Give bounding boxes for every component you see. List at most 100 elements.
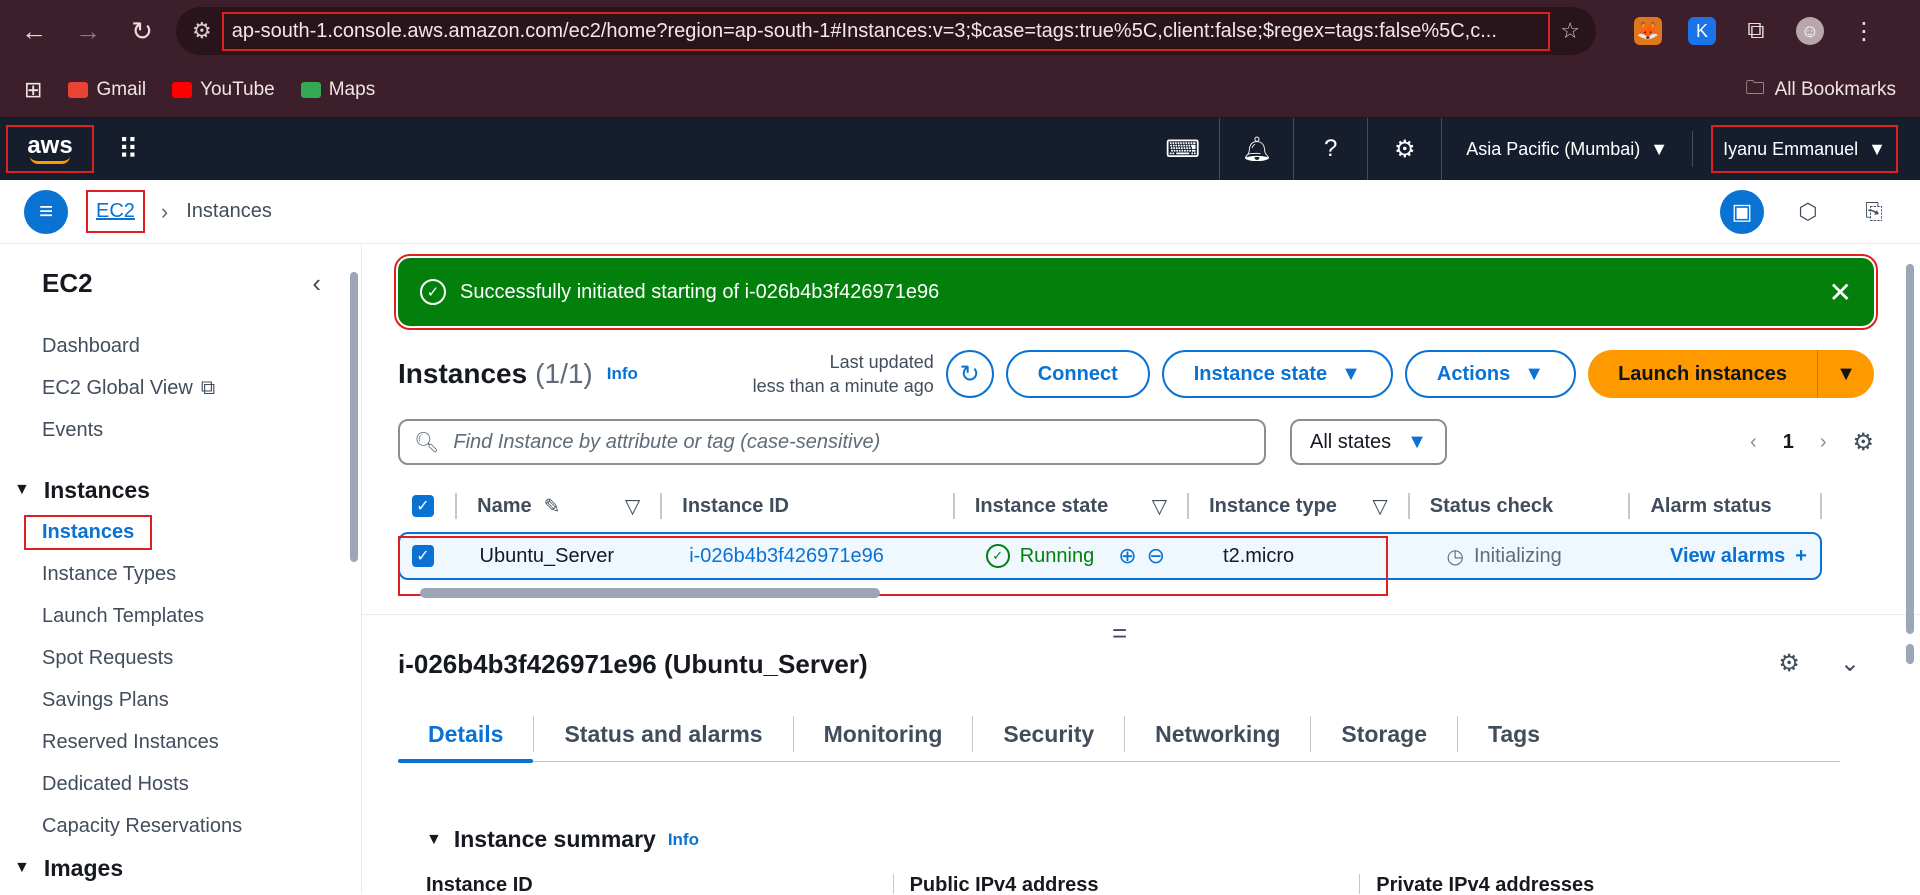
close-icon[interactable]: ✕ — [1829, 276, 1852, 309]
search-input[interactable]: 🔍︎ Find Instance by attribute or tag (cas… — [398, 419, 1266, 465]
browser-toolbar: ← → ↻ ⚙ ap-south-1.console.aws.amazon.co… — [0, 0, 1920, 62]
apps-grid-icon[interactable]: ⊞ — [24, 77, 42, 103]
tab-monitoring[interactable]: Monitoring — [794, 716, 974, 752]
bookmark-gmail[interactable]: Gmail — [68, 79, 146, 101]
table-horizontal-scrollbar[interactable] — [398, 584, 1822, 600]
actions-button[interactable]: Actions ▼ — [1404, 350, 1577, 398]
profile-avatar[interactable]: ☺ — [1796, 17, 1824, 45]
reload-icon[interactable]: ↻ — [122, 11, 162, 51]
row-checkbox[interactable]: ✓ — [400, 545, 460, 567]
notifications-icon[interactable]: 🔔︎ — [1220, 118, 1295, 180]
tab-storage[interactable]: Storage — [1311, 716, 1459, 752]
tab-networking[interactable]: Networking — [1125, 716, 1312, 752]
filter-caret-icon[interactable]: ▽ — [625, 494, 640, 519]
browser-menu-icon[interactable]: ⋮ — [1850, 17, 1878, 45]
resize-handle-icon[interactable]: = — [1112, 618, 1127, 649]
breadcrumb-ec2-link[interactable]: EC2 — [86, 190, 145, 233]
tutorials-icon[interactable]: ⬡ — [1786, 190, 1830, 234]
page-number[interactable]: 1 — [1783, 431, 1794, 454]
menu-icon[interactable]: ≡ — [24, 189, 68, 234]
tab-status-alarms[interactable]: Status and alarms — [534, 716, 794, 752]
sidebar-item-instances[interactable]: Instances — [0, 511, 361, 553]
aws-logo[interactable]: aws — [6, 125, 94, 173]
address-bar[interactable]: ⚙ ap-south-1.console.aws.amazon.com/ec2/… — [176, 7, 1596, 55]
tab-details[interactable]: Details — [398, 716, 535, 763]
instance-summary-header[interactable]: ▼ Instance summary Info — [426, 826, 699, 853]
col-name[interactable]: Name ✎ ▽ — [457, 493, 663, 519]
filter-caret-icon[interactable]: ▽ — [1152, 494, 1167, 519]
split-panel-icon[interactable]: ▣ — [1720, 189, 1764, 234]
chevron-right-icon[interactable]: › — [1820, 431, 1827, 454]
gear-icon[interactable]: ⚙ — [1778, 649, 1800, 678]
bookmark-youtube[interactable]: YouTube — [172, 79, 275, 101]
sidebar-item-spot-requests[interactable]: Spot Requests — [0, 637, 361, 679]
main-scrollbar[interactable] — [1900, 244, 1920, 894]
launch-instances-button[interactable]: Launch instances ▼ — [1588, 350, 1874, 398]
forward-icon[interactable]: → — [68, 11, 108, 51]
caret-down-icon[interactable]: ▼ — [1818, 363, 1874, 386]
bookmarks-bar: ⊞ Gmail YouTube Maps 🗀 All Bookmarks — [0, 62, 1920, 118]
sidebar-section-images[interactable]: ▼ Images — [0, 847, 361, 889]
instances-table: ✓ Name ✎ ▽ Instance ID Instance state ▽ Ins… — [398, 480, 1823, 600]
filter-caret-icon[interactable]: ▽ — [1372, 494, 1387, 519]
region-selector[interactable]: Asia Pacific (Mumbai) ▼ — [1442, 131, 1694, 167]
sidebar-item-dedicated-hosts[interactable]: Dedicated Hosts — [0, 763, 361, 805]
sidebar-item-capacity-reservations[interactable]: Capacity Reservations — [0, 805, 361, 847]
cell-instance-id[interactable]: i-026b4b3f426971e96 — [669, 545, 966, 568]
refresh-icon[interactable]: ↻ — [945, 350, 994, 398]
preferences-gear-icon[interactable]: ⚙ — [1852, 428, 1874, 457]
chevron-left-icon[interactable]: ‹ — [1750, 431, 1757, 454]
services-grid-icon[interactable]: ⠿ — [118, 133, 139, 166]
sidebar-title: EC2 — [42, 268, 93, 298]
instance-state-button[interactable]: Instance state ▼ — [1161, 350, 1393, 398]
col-instance-id[interactable]: Instance ID — [662, 493, 955, 519]
col-instance-type[interactable]: Instance type ▽ — [1189, 493, 1410, 519]
caret-down-icon: ▼ — [1650, 138, 1669, 159]
sidebar-item-instance-types[interactable]: Instance Types — [0, 553, 361, 595]
zoom-out-icon[interactable]: ⊖ — [1147, 543, 1165, 569]
zoom-in-icon[interactable]: ⊕ — [1118, 543, 1136, 569]
state-filter-select[interactable]: All states ▼ — [1290, 419, 1447, 465]
sidebar-item-reserved-instances[interactable]: Reserved Instances — [0, 721, 361, 763]
help-icon[interactable]: ? — [1294, 118, 1369, 180]
console-icon[interactable]: ⎘ — [1852, 190, 1896, 234]
info-link[interactable]: Info — [668, 830, 699, 850]
account-menu[interactable]: Iyanu Emmanuel ▼ — [1711, 125, 1898, 173]
all-bookmarks[interactable]: 🗀 All Bookmarks — [1746, 74, 1896, 106]
star-icon[interactable]: ☆ — [1560, 18, 1580, 44]
col-instance-state[interactable]: Instance state ▽ — [955, 493, 1190, 519]
collapse-icon[interactable]: ‹ — [312, 268, 321, 299]
extensions-icon[interactable]: ⧉ — [1742, 17, 1770, 45]
sidebar-item-global-view[interactable]: EC2 Global View ⧉ — [0, 367, 361, 409]
folder-icon: 🗀 — [1745, 77, 1765, 99]
view-alarms-link[interactable]: View alarms + — [1650, 545, 1820, 568]
pencil-icon: ✎ — [543, 495, 561, 518]
tab-tags[interactable]: Tags — [1458, 716, 1570, 752]
bookmark-maps[interactable]: Maps — [300, 79, 375, 101]
info-link[interactable]: Info — [607, 364, 638, 384]
search-icon: 🔍︎ — [414, 431, 440, 454]
sidebar-section-instances[interactable]: ▼ Instances — [0, 469, 361, 511]
sidebar-item-events[interactable]: Events — [0, 409, 361, 451]
back-icon[interactable]: ← — [14, 11, 54, 51]
chevron-down-icon[interactable]: ⌄ — [1840, 649, 1860, 678]
k-extension-icon[interactable]: K — [1688, 17, 1716, 45]
table-row[interactable]: ✓ Ubuntu_Server i-026b4b3f426971e96 ✓ Ru… — [398, 532, 1822, 596]
select-all-checkbox[interactable]: ✓ — [398, 493, 458, 519]
sidebar-scrollbar[interactable] — [347, 244, 361, 894]
sidebar-item-savings-plans[interactable]: Savings Plans — [0, 679, 361, 721]
sidebar-item-dashboard[interactable]: Dashboard — [0, 325, 361, 367]
col-status-check[interactable]: Status check — [1410, 493, 1631, 519]
label-private-ipv4: Private IPv4 addresses — [1359, 874, 1826, 894]
cloudshell-icon[interactable]: ⌨ — [1146, 118, 1221, 180]
metamask-extension-icon[interactable]: 🦊 — [1634, 17, 1662, 45]
tab-security[interactable]: Security — [973, 716, 1126, 752]
col-alarm-status[interactable]: Alarm status — [1630, 493, 1823, 519]
connect-button[interactable]: Connect — [1005, 350, 1150, 398]
sidebar-item-launch-templates[interactable]: Launch Templates — [0, 595, 361, 637]
instances-header: Instances (1/1) Info Last updated less th… — [398, 344, 1874, 404]
url-text[interactable]: ap-south-1.console.aws.amazon.com/ec2/ho… — [221, 11, 1551, 51]
caret-down-icon: ▼ — [1341, 362, 1361, 385]
site-settings-icon[interactable]: ⚙ — [192, 18, 212, 44]
settings-icon[interactable]: ⚙ — [1368, 118, 1443, 180]
